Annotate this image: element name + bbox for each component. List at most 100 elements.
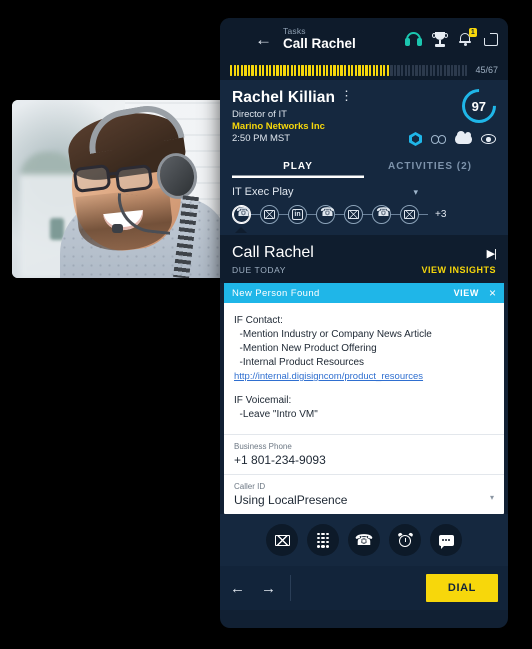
script-resource-link[interactable]: http://internal.digisigncom/product_reso…	[234, 371, 494, 382]
breadcrumb: Tasks	[283, 25, 306, 36]
step-connector	[335, 213, 344, 216]
script-body: IF Contact: -Mention Industry or Company…	[224, 303, 504, 434]
title-block: Tasks Call Rachel	[283, 27, 356, 51]
play-name[interactable]: IT Exec Play	[232, 186, 294, 198]
top-bar: ← Tasks Call Rachel 1	[220, 18, 508, 60]
page-title: Call Rachel	[283, 35, 356, 51]
progress-segment	[386, 64, 390, 76]
tab-activities[interactable]: ACTIVITIES (2)	[364, 154, 496, 178]
score-value: 97	[471, 98, 487, 114]
progress-segment	[247, 64, 251, 76]
eye-icon[interactable]	[481, 134, 496, 144]
play-step-mail[interactable]	[260, 205, 279, 224]
link-icon[interactable]	[431, 134, 446, 144]
step-connector	[279, 213, 288, 216]
progress-segment	[408, 64, 411, 76]
salesforce-cloud-icon[interactable]	[455, 131, 472, 144]
snooze-alarm-icon[interactable]	[389, 524, 421, 556]
more-steps-label[interactable]: +3	[435, 209, 446, 220]
progress-segment	[358, 64, 361, 76]
progress-segment	[258, 64, 261, 76]
linkedin-icon: in	[292, 209, 303, 220]
trophy-icon[interactable]	[432, 31, 448, 47]
progress-label: 45/67	[475, 65, 498, 75]
caller-id-field[interactable]: Caller ID Using LocalPresence ▾	[224, 474, 504, 514]
progress-segment	[272, 64, 276, 76]
progress-segment	[340, 64, 343, 76]
progress-segment	[269, 64, 272, 76]
headset-icon[interactable]	[405, 32, 422, 46]
tab-play[interactable]: PLAY	[232, 154, 364, 178]
play-step-phone[interactable]	[232, 205, 251, 224]
skip-next-icon[interactable]: ▶|	[487, 247, 497, 260]
progress-segment	[354, 64, 357, 76]
agent-photo	[12, 100, 230, 278]
prev-button[interactable]: ←	[230, 580, 245, 597]
close-icon[interactable]: ×	[489, 287, 496, 299]
progress-segment	[304, 64, 308, 76]
view-insights-link[interactable]: VIEW INSIGHTS	[421, 265, 496, 275]
progress-segment	[390, 64, 393, 76]
progress-segment	[344, 64, 347, 76]
sms-icon[interactable]	[430, 524, 462, 556]
mail-icon	[348, 210, 359, 219]
phone-icon	[376, 205, 391, 219]
next-button[interactable]: →	[261, 580, 276, 597]
progress-segment	[251, 64, 254, 76]
progress-segment	[283, 64, 286, 76]
alert-title: New Person Found	[232, 287, 320, 299]
progress-segment	[294, 64, 297, 76]
contact-meta: 97	[409, 81, 504, 146]
contact-name: Rachel Killian	[232, 89, 336, 106]
progress-segment	[233, 64, 236, 76]
progress-segment	[287, 64, 290, 76]
progress-segment	[301, 64, 304, 76]
bell-icon[interactable]: 1	[458, 28, 477, 47]
progress-segment	[326, 64, 329, 76]
progress-segment	[401, 64, 404, 76]
call-icon[interactable]: ☎	[348, 524, 380, 556]
progress-segment	[333, 64, 336, 76]
window-icon[interactable]	[484, 32, 498, 46]
progress-segment	[429, 64, 432, 76]
progress-segment	[361, 64, 365, 76]
progress-segment	[425, 64, 429, 76]
progress-segment	[404, 64, 407, 76]
progress-segment	[454, 64, 457, 76]
cube-icon[interactable]	[409, 132, 422, 146]
dialpad-icon[interactable]	[307, 524, 339, 556]
progress-segment	[418, 64, 422, 76]
task-name: Call Rachel	[232, 244, 314, 261]
back-arrow-icon[interactable]: ←	[255, 31, 272, 48]
progress-segment	[458, 64, 461, 76]
email-icon[interactable]	[266, 524, 298, 556]
hamburger-icon[interactable]	[230, 33, 246, 45]
dial-button[interactable]: DIAL	[425, 574, 498, 602]
step-connector	[363, 213, 372, 216]
contact-details: Rachel Killian ⋮ Director of IT Marino N…	[232, 89, 353, 146]
progress-segment	[383, 64, 386, 76]
business-phone-field[interactable]: Business Phone +1 801-234-9093	[224, 434, 504, 474]
photo-glasses-right	[114, 163, 154, 194]
play-step-phone[interactable]	[316, 205, 335, 224]
script-contact-block: IF Contact: -Mention Industry or Company…	[234, 315, 432, 368]
kebab-menu-icon[interactable]: ⋮	[340, 89, 353, 103]
top-bar-icons: 1	[405, 28, 498, 47]
call-panel: ← Tasks Call Rachel 1 45/67 Rachel Killi…	[220, 18, 508, 628]
progress-segment	[265, 64, 268, 76]
contact-company[interactable]: Marino Networks Inc	[232, 121, 353, 132]
play-step-linkedin[interactable]: in	[288, 205, 307, 224]
play-step-mail[interactable]	[344, 205, 363, 224]
play-steps: in +3	[232, 205, 496, 224]
alert-view-button[interactable]: VIEW	[454, 288, 479, 298]
contact-local-time: 2:50 PM MST	[232, 133, 291, 144]
photo-glasses-left	[72, 163, 112, 194]
progress-row: 45/67	[220, 60, 508, 80]
play-step-phone[interactable]	[372, 205, 391, 224]
chevron-down-icon[interactable]: ▾	[413, 187, 418, 198]
progress-segment	[262, 64, 265, 76]
chevron-down-icon[interactable]: ▾	[490, 493, 494, 502]
play-step-mail[interactable]	[400, 205, 419, 224]
active-step-pointer	[235, 227, 247, 233]
script-card: New Person Found VIEW × IF Contact: -Men…	[224, 283, 504, 514]
